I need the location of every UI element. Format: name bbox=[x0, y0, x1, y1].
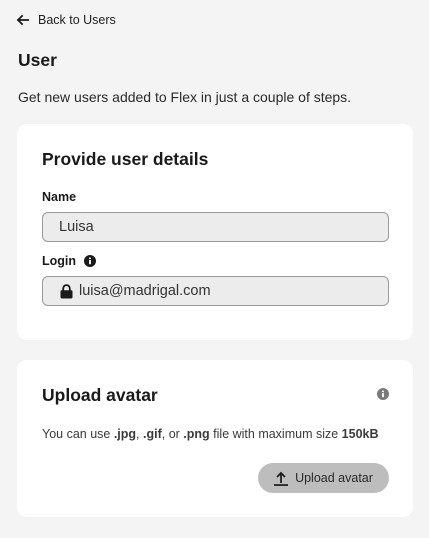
hint-size: 150kB bbox=[341, 427, 379, 441]
name-input-value: Luisa bbox=[59, 219, 94, 235]
hint-mid: file with maximum size bbox=[209, 427, 342, 441]
login-input-value: luisa@madrigal.com bbox=[79, 283, 211, 299]
user-page: Back to Users User Get new users added t… bbox=[0, 0, 429, 538]
upload-avatar-button[interactable]: Upload avatar bbox=[258, 463, 389, 493]
back-link-label: Back to Users bbox=[38, 13, 116, 27]
login-label: Login bbox=[42, 254, 97, 268]
lock-icon bbox=[60, 283, 73, 299]
name-label: Name bbox=[42, 190, 76, 204]
upload-icon bbox=[274, 471, 289, 486]
back-to-users-link[interactable]: Back to Users bbox=[17, 13, 116, 27]
upload-avatar-title: Upload avatar bbox=[42, 385, 158, 405]
info-icon[interactable] bbox=[84, 255, 97, 267]
page-subtitle: Get new users added to Flex in just a co… bbox=[18, 89, 352, 105]
user-details-title: Provide user details bbox=[42, 149, 209, 169]
hint-jpg: .jpg bbox=[113, 427, 137, 441]
upload-avatar-card: Upload avatar You can use .jpg, .gif, or… bbox=[17, 360, 413, 517]
hint-sep2: , or bbox=[161, 427, 184, 441]
info-icon[interactable] bbox=[377, 388, 389, 400]
login-input[interactable]: luisa@madrigal.com bbox=[42, 276, 389, 306]
upload-hint: You can use .jpg, .gif, or .png file wit… bbox=[42, 427, 379, 441]
hint-prefix: You can use bbox=[42, 427, 114, 441]
arrow-left-icon bbox=[17, 15, 29, 25]
name-label-text: Name bbox=[42, 190, 77, 204]
hint-png: .png bbox=[183, 427, 210, 441]
user-details-card: Provide user details Name Luisa Login lu… bbox=[17, 124, 413, 340]
hint-gif: .gif bbox=[143, 427, 162, 441]
page-title: User bbox=[18, 50, 57, 70]
hint-sep1: , bbox=[136, 427, 143, 441]
login-label-text: Login bbox=[42, 254, 77, 268]
name-input[interactable]: Luisa bbox=[42, 212, 389, 242]
upload-button-label: Upload avatar bbox=[295, 471, 373, 485]
